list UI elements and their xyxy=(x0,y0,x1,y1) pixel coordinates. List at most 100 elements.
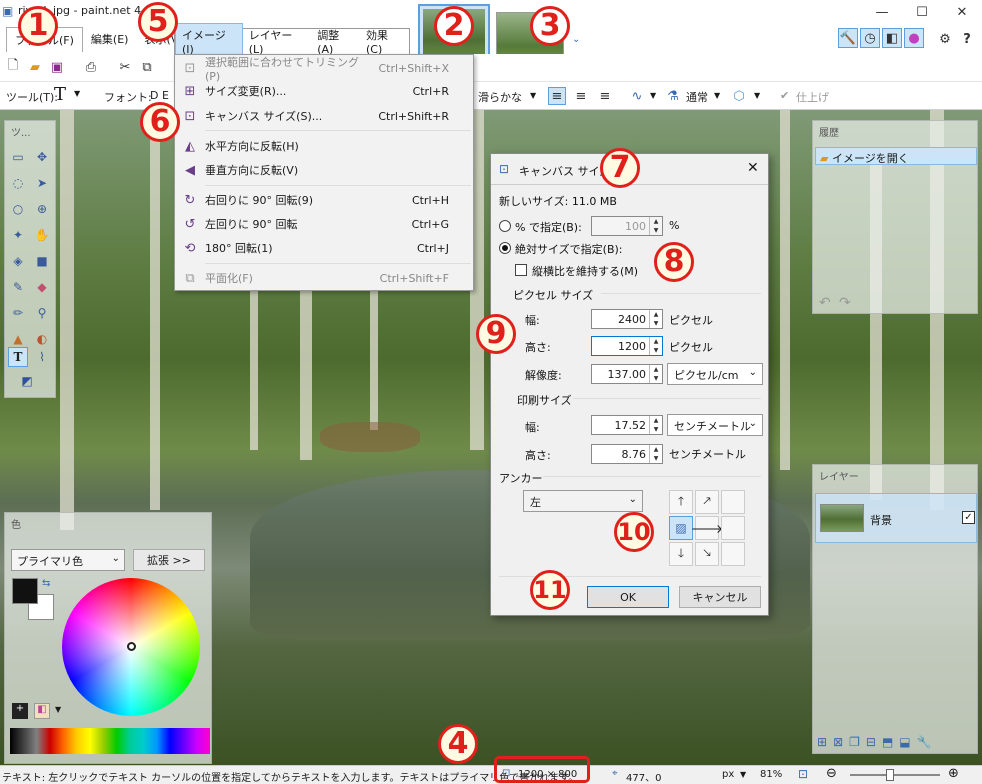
selection-mode-icon[interactable]: ⬡ xyxy=(730,87,748,105)
layers-window-icon[interactable]: ◧ xyxy=(882,28,902,48)
anchor-right[interactable] xyxy=(721,516,745,540)
print-width-input[interactable]: 17.52 ▲ ▼ xyxy=(591,415,663,435)
paintbrush-icon[interactable]: ✎ xyxy=(8,277,28,297)
chevron-down-icon[interactable]: ⌄ xyxy=(572,34,580,45)
percent-spinner[interactable]: ▲ ▼ xyxy=(649,217,662,235)
duplicate-layer-icon[interactable]: ❐ xyxy=(849,735,860,753)
swap-colors-icon[interactable]: ⇆ xyxy=(42,578,50,589)
height-input[interactable]: 1200 ▲ ▼ xyxy=(591,336,663,356)
cut-icon[interactable]: ✂ xyxy=(116,58,134,76)
selection-mode-dropdown-icon[interactable]: ▼ xyxy=(754,91,760,100)
copy-icon[interactable]: ⧉ xyxy=(138,58,156,76)
gear-icon[interactable]: ⚙ xyxy=(936,30,954,48)
align-left-icon[interactable]: ≡ xyxy=(548,87,566,105)
unit-select[interactable]: px xyxy=(722,769,734,780)
percent-radio[interactable] xyxy=(499,220,511,232)
close-button[interactable]: ✕ xyxy=(942,0,982,24)
new-file-icon[interactable]: 🗋 xyxy=(4,58,22,76)
gradient-icon[interactable]: ■ xyxy=(32,251,52,271)
add-layer-icon[interactable]: ⊞ xyxy=(817,735,827,753)
menu-edit[interactable]: 編集(E) xyxy=(83,27,137,51)
move-down-icon[interactable]: ⬓ xyxy=(899,735,910,753)
paint-bucket-icon[interactable]: ◈ xyxy=(8,251,28,271)
colors-window-icon[interactable]: ● xyxy=(904,28,924,48)
history-window-icon[interactable]: ◷ xyxy=(860,28,880,48)
print-height-spinner[interactable]: ▲ ▼ xyxy=(649,445,662,463)
line-curve-icon[interactable]: ⌇ xyxy=(32,347,52,367)
zoom-in-icon[interactable]: ⊕ xyxy=(948,766,959,781)
layer-visible-checkbox[interactable]: ✓ xyxy=(962,511,975,524)
blend-mode[interactable]: 通常 xyxy=(686,89,708,105)
color-picker-icon[interactable]: ⚲ xyxy=(32,303,52,323)
add-palette-color-icon[interactable]: + xyxy=(12,703,28,719)
zoom-slider-handle[interactable] xyxy=(886,769,894,781)
resolution-input[interactable]: 137.00 ▲ ▼ xyxy=(591,364,663,384)
width-input[interactable]: 2400 ▲ ▼ xyxy=(591,309,663,329)
align-center-icon[interactable]: ≡ xyxy=(572,87,590,105)
dialog-close-icon[interactable]: ✕ xyxy=(747,160,759,176)
print-width-spinner[interactable]: ▲ ▼ xyxy=(649,416,662,434)
menu-item-flatten[interactable]: ⧉ 平面化(F) Ctrl+Shift+F xyxy=(175,267,473,289)
clone-stamp-icon[interactable]: ▲ xyxy=(8,329,28,349)
menu-item-canvas-size[interactable]: ⊡ キャンバス サイズ(S)... Ctrl+Shift+R xyxy=(175,105,473,127)
tool-dropdown-icon[interactable]: ▼ xyxy=(74,89,80,98)
menu-item-rotate-ccw[interactable]: ↺ 左回りに 90° 回転 Ctrl+G xyxy=(175,213,473,235)
open-folder-icon[interactable]: ▰ xyxy=(26,58,44,76)
pan-icon[interactable]: ✋ xyxy=(32,225,52,245)
layer-properties-icon[interactable]: 🔧 xyxy=(917,735,932,753)
menu-item-flip-vertical[interactable]: ◀ 垂直方向に反転(V) xyxy=(175,159,473,181)
zoom-slider[interactable] xyxy=(850,774,940,776)
pencil-icon[interactable]: ✏ xyxy=(8,303,28,323)
text-icon[interactable]: T xyxy=(8,347,28,367)
blend-dropdown-icon[interactable]: ▼ xyxy=(650,91,656,100)
magic-wand-icon[interactable]: ✦ xyxy=(8,225,28,245)
menu-item-rotate-cw[interactable]: ↻ 右回りに 90° 回転(9) Ctrl+H xyxy=(175,189,473,211)
flask-icon[interactable]: ⚗ xyxy=(664,87,682,105)
anchor-top-right[interactable] xyxy=(721,490,745,514)
anchor-right-arrow-icon[interactable]: 🡒 xyxy=(691,516,723,540)
absolute-radio[interactable] xyxy=(499,242,511,254)
finish-button[interactable]: 仕上げ xyxy=(796,89,829,105)
text-tool-icon[interactable]: T xyxy=(54,84,66,105)
anchor-top-arrow-icon[interactable]: 🡑 xyxy=(669,490,693,514)
anchor-image-icon[interactable]: ▨ xyxy=(669,516,693,540)
anchor-top-right-arrow-icon[interactable]: 🡕 xyxy=(695,490,719,514)
merge-layer-icon[interactable]: ⊟ xyxy=(866,735,876,753)
rect-select-icon[interactable]: ▭ xyxy=(8,147,28,167)
unit-dropdown-icon[interactable]: ▼ xyxy=(740,770,746,779)
anchor-select[interactable]: 左 ⌄ xyxy=(523,490,643,512)
eraser-icon[interactable]: ◆ xyxy=(32,277,52,297)
zoom-level[interactable]: 81% xyxy=(760,769,782,780)
antialias-dropdown-icon[interactable]: ▼ xyxy=(530,91,536,100)
move-up-icon[interactable]: ⬒ xyxy=(882,735,893,753)
redo-icon[interactable]: ↷ xyxy=(839,295,851,311)
print-icon[interactable]: ⎙ xyxy=(82,58,100,76)
menu-item-crop[interactable]: ⊡ 選択範囲に合わせてトリミング(P) Ctrl+Shift+X xyxy=(175,56,473,83)
help-icon[interactable]: ? xyxy=(958,30,976,48)
width-spinner[interactable]: ▲ ▼ xyxy=(649,310,662,328)
blend-mode-dropdown-icon[interactable]: ▼ xyxy=(714,91,720,100)
ok-button[interactable]: OK xyxy=(587,586,669,608)
lasso-icon[interactable]: ◌ xyxy=(8,173,28,193)
color-wheel-marker[interactable] xyxy=(127,642,136,651)
menu-item-flip-horizontal[interactable]: ◭ 水平方向に反転(H) xyxy=(175,135,473,157)
resolution-unit-select[interactable]: ピクセル/cm ⌄ xyxy=(667,363,763,385)
resolution-spinner[interactable]: ▲ ▼ xyxy=(649,365,662,383)
anchor-bottom-arrow-icon[interactable]: 🡓 xyxy=(669,542,693,566)
layer-row[interactable]: 背景 ✓ xyxy=(815,493,977,543)
menu-item-resize[interactable]: ⊞ サイズ変更(R)... Ctrl+R xyxy=(175,80,473,102)
fit-window-icon[interactable]: ⊡ xyxy=(798,767,808,781)
percent-input[interactable]: 100 ▲ ▼ xyxy=(591,216,663,236)
palette-menu-icon[interactable]: ◧ xyxy=(34,703,50,719)
keep-ratio-checkbox[interactable] xyxy=(515,264,527,276)
height-spinner[interactable]: ▲ ▼ xyxy=(649,337,662,355)
move-selected-icon[interactable]: ✥ xyxy=(32,147,52,167)
shapes-icon[interactable]: ◩ xyxy=(17,371,37,391)
menu-item-rotate-180[interactable]: ⟲ 180° 回転(1) Ctrl+J xyxy=(175,237,473,259)
move-selection-icon[interactable]: ➤ xyxy=(32,173,52,193)
tools-window-icon[interactable]: 🔨 xyxy=(838,28,858,48)
palette-dropdown-icon[interactable]: ▼ xyxy=(55,705,61,714)
expand-button[interactable]: 拡張 >> xyxy=(133,549,205,571)
antialias-label[interactable]: 滑らかな xyxy=(478,89,522,105)
save-icon[interactable]: ▣ xyxy=(48,58,66,76)
